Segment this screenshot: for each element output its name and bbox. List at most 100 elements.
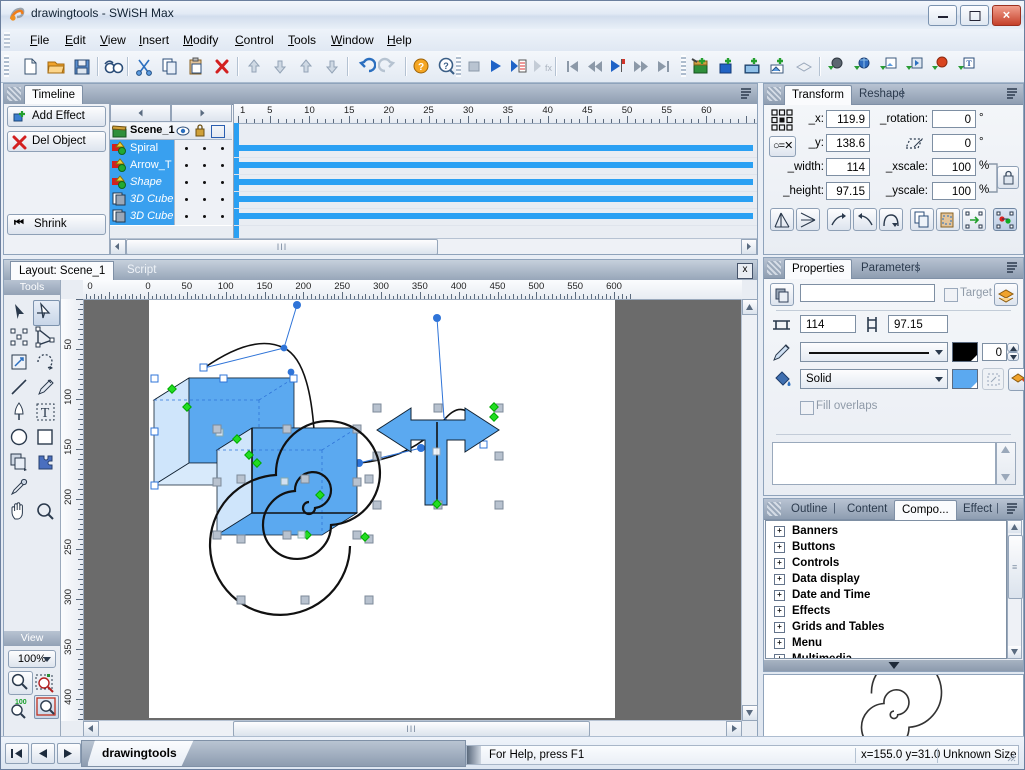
line-width-field[interactable]: 0 (982, 343, 1007, 361)
timeline-toggle-dot[interactable] (185, 147, 188, 150)
timeline-toggle-dot[interactable] (221, 198, 224, 201)
stop-effect-icon[interactable]: fx (529, 55, 553, 78)
field-rotation[interactable]: 0 (932, 110, 976, 128)
reshape-tool[interactable] (7, 325, 32, 349)
timeline-frame-bar[interactable] (239, 145, 753, 151)
timeline-toggle-dot[interactable] (203, 164, 206, 167)
canvas-vsb-down[interactable] (742, 705, 758, 721)
timeline-frame-row[interactable] (234, 157, 757, 175)
save-disk-icon[interactable] (70, 55, 94, 78)
timeline-toggle-dot[interactable] (185, 164, 188, 167)
insert-group-icon[interactable] (792, 55, 816, 78)
timeline-layer-toggles[interactable] (174, 174, 233, 191)
components-sb-down[interactable] (1008, 646, 1021, 658)
hand-tool[interactable] (7, 500, 32, 524)
autoshape-tool[interactable] (7, 450, 32, 474)
tab-properties[interactable]: Properties (784, 259, 852, 279)
menu-view[interactable]: View (93, 32, 133, 48)
menu-help[interactable]: Help (380, 32, 419, 48)
timeline-toggle-dot[interactable] (185, 215, 188, 218)
timeline-toggle-dot[interactable] (203, 181, 206, 184)
timeline-layer-toggles[interactable] (174, 208, 233, 225)
components-menu-icon[interactable] (1006, 502, 1019, 515)
properties-drag-grip[interactable] (767, 261, 781, 275)
components-resize-bar[interactable] (764, 660, 1023, 671)
timeline-toggle-dot[interactable] (185, 181, 188, 184)
component-category-item[interactable]: +Buttons (766, 539, 1006, 555)
tab-script[interactable]: Script (119, 261, 164, 280)
group-object-icon[interactable] (770, 283, 794, 306)
timeline-toggle-dot[interactable] (203, 215, 206, 218)
field-width[interactable]: 114 (826, 158, 870, 176)
lock-aspect-icon[interactable] (997, 166, 1019, 189)
component-category-item[interactable]: +Menu (766, 635, 1006, 651)
expand-plus-icon[interactable]: + (774, 622, 785, 633)
tab-components[interactable]: Compo... (894, 500, 957, 520)
field-height[interactable]: 97.15 (826, 182, 870, 200)
pencil-tool[interactable] (33, 375, 58, 399)
timeline-frame-bar[interactable] (239, 196, 753, 202)
component-tool[interactable] (33, 450, 58, 474)
fill-overlaps-checkbox[interactable] (800, 401, 814, 415)
field-object-height[interactable]: 97.15 (888, 315, 948, 333)
timeline-frame-row[interactable] (234, 174, 757, 192)
timeline-hscrollbar[interactable]: III (110, 238, 757, 254)
timeline-toggle-dot[interactable] (221, 164, 224, 167)
play-effect-icon[interactable] (506, 55, 530, 78)
fill-transform-icon[interactable] (982, 368, 1004, 390)
line-style-select[interactable] (800, 342, 948, 362)
artwork-canvas[interactable] (149, 300, 615, 718)
first-scene-icon[interactable] (5, 743, 29, 764)
menu-window[interactable]: Window (324, 32, 381, 48)
properties-text-scrollbar[interactable] (996, 442, 1016, 485)
expand-plus-icon[interactable]: + (774, 654, 785, 659)
properties-menu-icon[interactable] (1006, 261, 1019, 274)
free-transform-tool[interactable] (33, 350, 58, 374)
canvas-hsb-right[interactable] (726, 721, 742, 737)
canvas-vscrollbar[interactable] (741, 299, 757, 721)
del-object-button[interactable]: Del Object (7, 131, 106, 152)
expand-plus-icon[interactable]: + (774, 558, 785, 569)
minimize-button[interactable] (928, 5, 957, 26)
target-checkbox[interactable] (944, 288, 958, 302)
expand-plus-icon[interactable]: + (774, 542, 785, 553)
timeline-scroll-left[interactable] (110, 104, 171, 122)
expand-plus-icon[interactable]: + (774, 590, 785, 601)
timeline-menu-icon[interactable] (740, 87, 753, 100)
canvas-vsb-up[interactable] (742, 299, 758, 315)
timeline-layer-toggles[interactable] (174, 140, 233, 157)
insert-scene-icon[interactable] (688, 55, 712, 78)
menu-insert[interactable]: Insert (132, 32, 176, 48)
canvas-hsb-thumb[interactable]: III (233, 721, 590, 737)
play-icon[interactable] (483, 55, 507, 78)
rotate-180-icon[interactable] (879, 208, 903, 231)
timeline-frame-row[interactable] (234, 208, 757, 226)
layers-stack-icon[interactable] (994, 283, 1018, 306)
line-tool[interactable] (7, 375, 32, 399)
maximize-button[interactable] (960, 5, 989, 26)
vertical-ruler[interactable]: 050100150200250300350400 (61, 299, 84, 721)
redo-arrow-icon[interactable] (378, 55, 402, 78)
properties-text-area[interactable] (772, 442, 996, 485)
field-yscale[interactable]: 100 (932, 182, 976, 200)
zoom-out-icon[interactable] (8, 671, 33, 695)
canvas-hscrollbar[interactable]: III (83, 720, 742, 736)
menu-control[interactable]: Control (228, 32, 281, 48)
shrink-button[interactable]: ⏮ Shrink (7, 214, 106, 235)
canvas-hsb-left[interactable] (83, 721, 99, 737)
timeline-hsb-thumb[interactable]: III (126, 239, 438, 255)
paste-transform-icon[interactable] (962, 208, 986, 231)
transform-menu-icon[interactable] (1006, 87, 1019, 100)
timeline-layer-row[interactable]: Arrow_T (110, 157, 232, 175)
component-category-item[interactable]: +Data display (766, 571, 1006, 587)
pen-tool[interactable] (7, 400, 32, 424)
flip-horizontal-icon[interactable] (770, 208, 794, 231)
export-avi-icon[interactable] (901, 55, 925, 78)
timeline-layer-toggles[interactable] (174, 191, 233, 208)
eyedropper-tool[interactable] (7, 475, 32, 499)
insert-image-icon[interactable] (740, 55, 764, 78)
timeline-toggle-dot[interactable] (203, 198, 206, 201)
timeline-hsb-left[interactable] (110, 239, 126, 255)
paste-clipboard-icon[interactable] (184, 55, 208, 78)
reset-transform-icon[interactable] (993, 208, 1017, 231)
